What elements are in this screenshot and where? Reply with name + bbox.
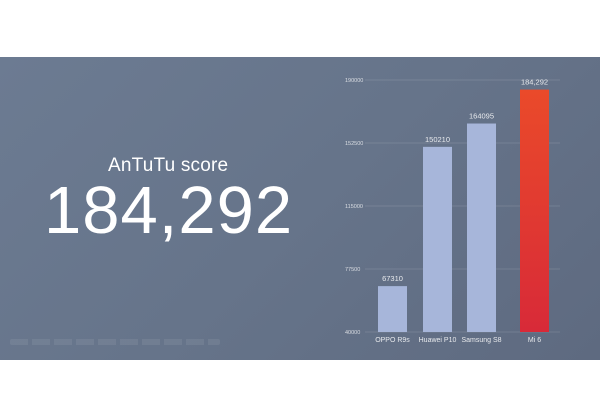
bar-value-label: 67310 <box>382 274 403 283</box>
x-category-label: Samsung S8 <box>461 337 501 344</box>
benchmark-slide: AnTuTu score 184,292 40000 77500 115000 152… <box>0 57 600 360</box>
x-category-label: OPPO R9s <box>375 337 410 344</box>
bars <box>378 89 549 332</box>
bar <box>467 123 496 332</box>
x-category-label: Huawei P10 <box>419 337 457 344</box>
y-tick-label: 190000 <box>345 78 363 84</box>
bar-chart: 40000 77500 115000 152500 190000 67310 OPPO R9… <box>345 78 560 344</box>
y-tick-label: 40000 <box>345 330 360 336</box>
y-tick-label: 77500 <box>345 267 360 273</box>
y-tick-label: 115000 <box>345 204 363 210</box>
bar <box>378 286 407 332</box>
x-category-label: Mi 6 <box>528 337 541 344</box>
bar-value-label: 150210 <box>425 135 450 144</box>
bar-value-label: 164095 <box>469 112 494 121</box>
bar-highlight <box>520 89 549 332</box>
bar <box>423 146 452 332</box>
y-tick-label: 152500 <box>345 141 363 147</box>
bar-value-label: 184,292 <box>521 78 548 87</box>
